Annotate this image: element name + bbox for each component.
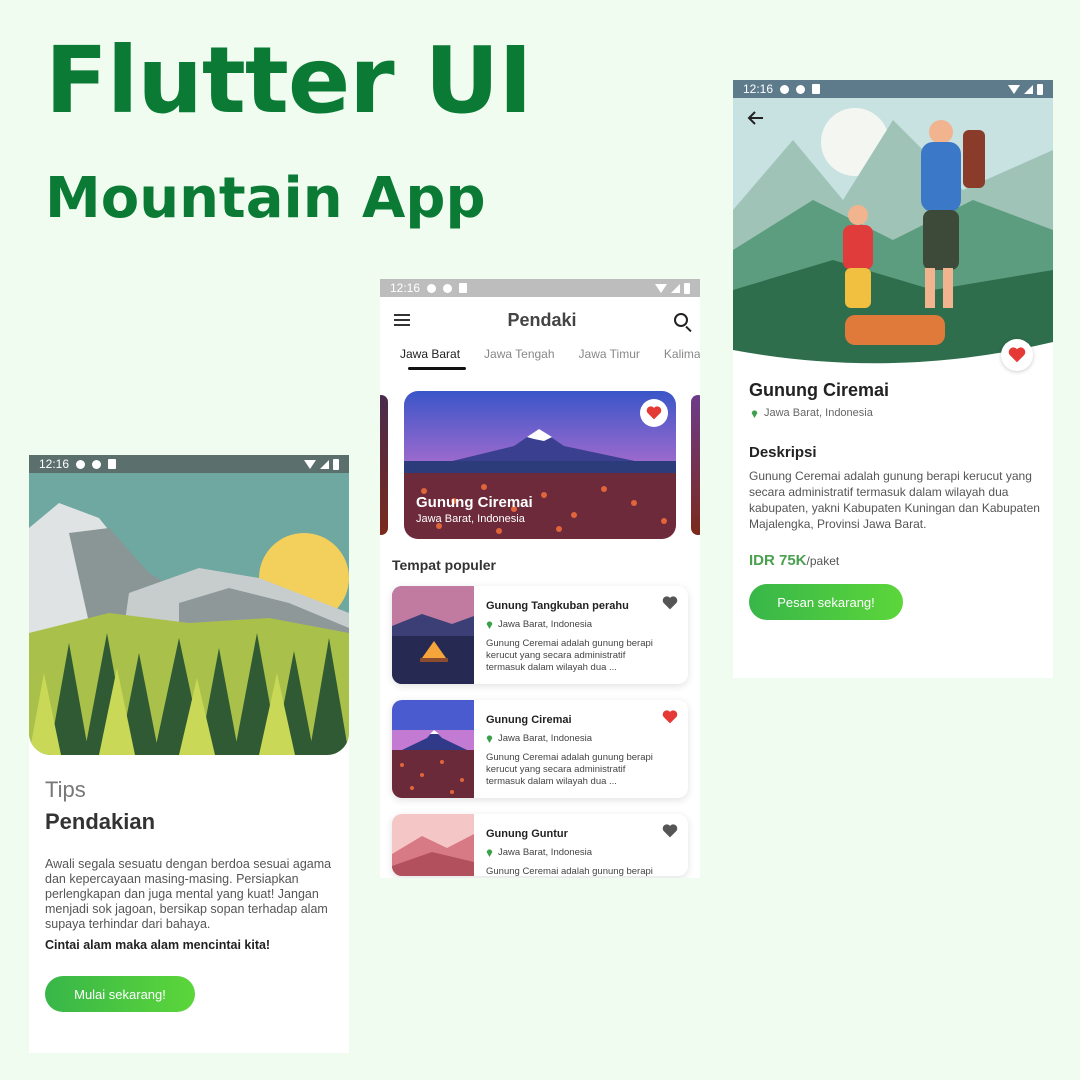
status-bar: 12:16 xyxy=(380,279,700,297)
location-pin-icon xyxy=(486,735,493,743)
detail-location-text: Jawa Barat, Indonesia xyxy=(764,407,873,419)
place-location-text: Jawa Barat, Indonesia xyxy=(498,619,593,630)
place-name: Gunung Tangkuban perahu xyxy=(486,600,629,612)
search-icon[interactable] xyxy=(674,313,688,327)
settings-icon xyxy=(427,283,437,293)
status-time: 12:16 xyxy=(743,82,774,96)
place-location: Jawa Barat, Indonesia xyxy=(486,619,592,630)
sd-card-icon xyxy=(459,283,468,293)
place-thumbnail xyxy=(392,700,474,798)
shield-icon xyxy=(443,283,453,293)
location-pin-icon xyxy=(486,621,493,629)
region-tabs: Jawa Barat Jawa Tengah Jawa Timur Kalima… xyxy=(380,343,700,383)
tips-heading: Pendakian xyxy=(45,809,156,834)
place-name: Gunung Guntur xyxy=(486,828,568,840)
start-button[interactable]: Mulai sekarang! xyxy=(45,976,195,1012)
shield-icon xyxy=(796,84,806,94)
app-bar: Pendaki xyxy=(380,297,700,343)
description-heading: Deskripsi xyxy=(749,444,817,461)
tips-screen: 12:16 Tips Pendakian Awali segala sesuat… xyxy=(29,455,349,1053)
location-pin-icon xyxy=(751,409,758,418)
place-location-text: Jawa Barat, Indonesia xyxy=(498,847,593,858)
place-location: Jawa Barat, Indonesia xyxy=(486,733,592,744)
tab-jawa-barat[interactable]: Jawa Barat xyxy=(400,343,467,383)
tips-paragraph: Awali segala sesuatu dengan berdoa sesua… xyxy=(45,857,332,931)
heart-icon[interactable] xyxy=(662,596,678,610)
featured-location: Jawa Barat, Indonesia xyxy=(416,513,525,525)
battery-icon xyxy=(333,458,339,470)
menu-icon[interactable] xyxy=(394,314,410,326)
price-unit: /paket xyxy=(806,554,840,568)
status-bar: 12:16 xyxy=(733,80,1053,98)
book-button[interactable]: Pesan sekarang! xyxy=(749,584,903,620)
status-time: 12:16 xyxy=(39,457,70,471)
tab-kalimantan[interactable]: Kalimantan xyxy=(664,343,700,383)
place-description: Gunung Ceremai adalah gunung berapi keru… xyxy=(486,752,653,787)
featured-carousel[interactable]: Gunung Ciremai Jawa Barat, Indonesia xyxy=(380,391,700,539)
place-name: Gunung Ciremai xyxy=(486,714,572,726)
status-time: 12:16 xyxy=(390,281,421,295)
tab-jawa-tengah[interactable]: Jawa Tengah xyxy=(484,343,555,383)
status-bar: 12:16 xyxy=(29,455,349,473)
featured-name: Gunung Ciremai xyxy=(416,494,533,511)
battery-icon xyxy=(684,282,690,294)
popular-places-list: Gunung Tangkuban perahu Jawa Barat, Indo… xyxy=(392,586,688,878)
list-item[interactable]: Gunung Ciremai Jawa Barat, Indonesia Gun… xyxy=(392,700,688,798)
wifi-icon xyxy=(1008,84,1020,94)
back-arrow-icon[interactable] xyxy=(747,110,765,126)
place-description: Gunung Ceremai adalah gunung berapi keru… xyxy=(486,638,653,673)
settings-icon xyxy=(780,84,790,94)
list-item[interactable]: Gunung Guntur Jawa Barat, Indonesia Gunu… xyxy=(392,814,688,876)
place-location-text: Jawa Barat, Indonesia xyxy=(498,733,593,744)
app-title: Pendaki xyxy=(507,309,577,330)
tips-label: Tips xyxy=(45,777,86,802)
place-thumbnail xyxy=(392,586,474,684)
hikers-illustration xyxy=(733,80,1053,370)
price-value: IDR 75K xyxy=(749,552,807,569)
heart-icon xyxy=(646,406,662,420)
place-location: Jawa Barat, Indonesia xyxy=(486,847,592,858)
favorite-button[interactable] xyxy=(1001,339,1033,371)
signal-icon xyxy=(671,283,680,293)
description-text: Gunung Ceremai adalah gunung berapi keru… xyxy=(749,469,1040,531)
signal-icon xyxy=(1024,84,1033,94)
location-pin-icon xyxy=(486,849,493,857)
settings-icon xyxy=(76,459,86,469)
heart-icon[interactable] xyxy=(662,710,678,724)
mountain-forest-illustration xyxy=(29,473,349,755)
page-subtitle: Mountain App xyxy=(45,166,486,231)
tab-jawa-timur[interactable]: Jawa Timur xyxy=(579,343,640,383)
sd-card-icon xyxy=(812,84,821,94)
place-description: Gunung Ceremai adalah gunung berapi xyxy=(486,866,653,876)
detail-location: Jawa Barat, Indonesia xyxy=(751,407,873,419)
section-title: Tempat populer xyxy=(392,557,496,573)
favorite-button[interactable] xyxy=(640,399,668,427)
sd-card-icon xyxy=(108,459,117,469)
tips-tagline: Cintai alam maka alam mencintai kita! xyxy=(45,938,271,952)
home-screen: 12:16 Pendaki Jawa Barat Jawa Tengah Jaw… xyxy=(380,279,700,878)
shield-icon xyxy=(92,459,102,469)
carousel-prev-card[interactable] xyxy=(380,395,388,535)
signal-icon xyxy=(320,459,329,469)
page-title: Flutter UI xyxy=(45,27,533,134)
detail-screen: 12:16 Gunung Ciremai Jawa Barat, Indones… xyxy=(733,80,1053,678)
list-item[interactable]: Gunung Tangkuban perahu Jawa Barat, Indo… xyxy=(392,586,688,684)
detail-name: Gunung Ciremai xyxy=(749,380,890,400)
place-thumbnail xyxy=(392,814,474,876)
featured-card[interactable]: Gunung Ciremai Jawa Barat, Indonesia xyxy=(404,391,676,539)
wifi-icon xyxy=(655,283,667,293)
wifi-icon xyxy=(304,459,316,469)
battery-icon xyxy=(1037,83,1043,95)
heart-icon[interactable] xyxy=(662,824,678,838)
price: IDR 75K/paket xyxy=(749,552,839,569)
carousel-next-card[interactable] xyxy=(691,395,700,535)
heart-icon xyxy=(1008,347,1026,363)
